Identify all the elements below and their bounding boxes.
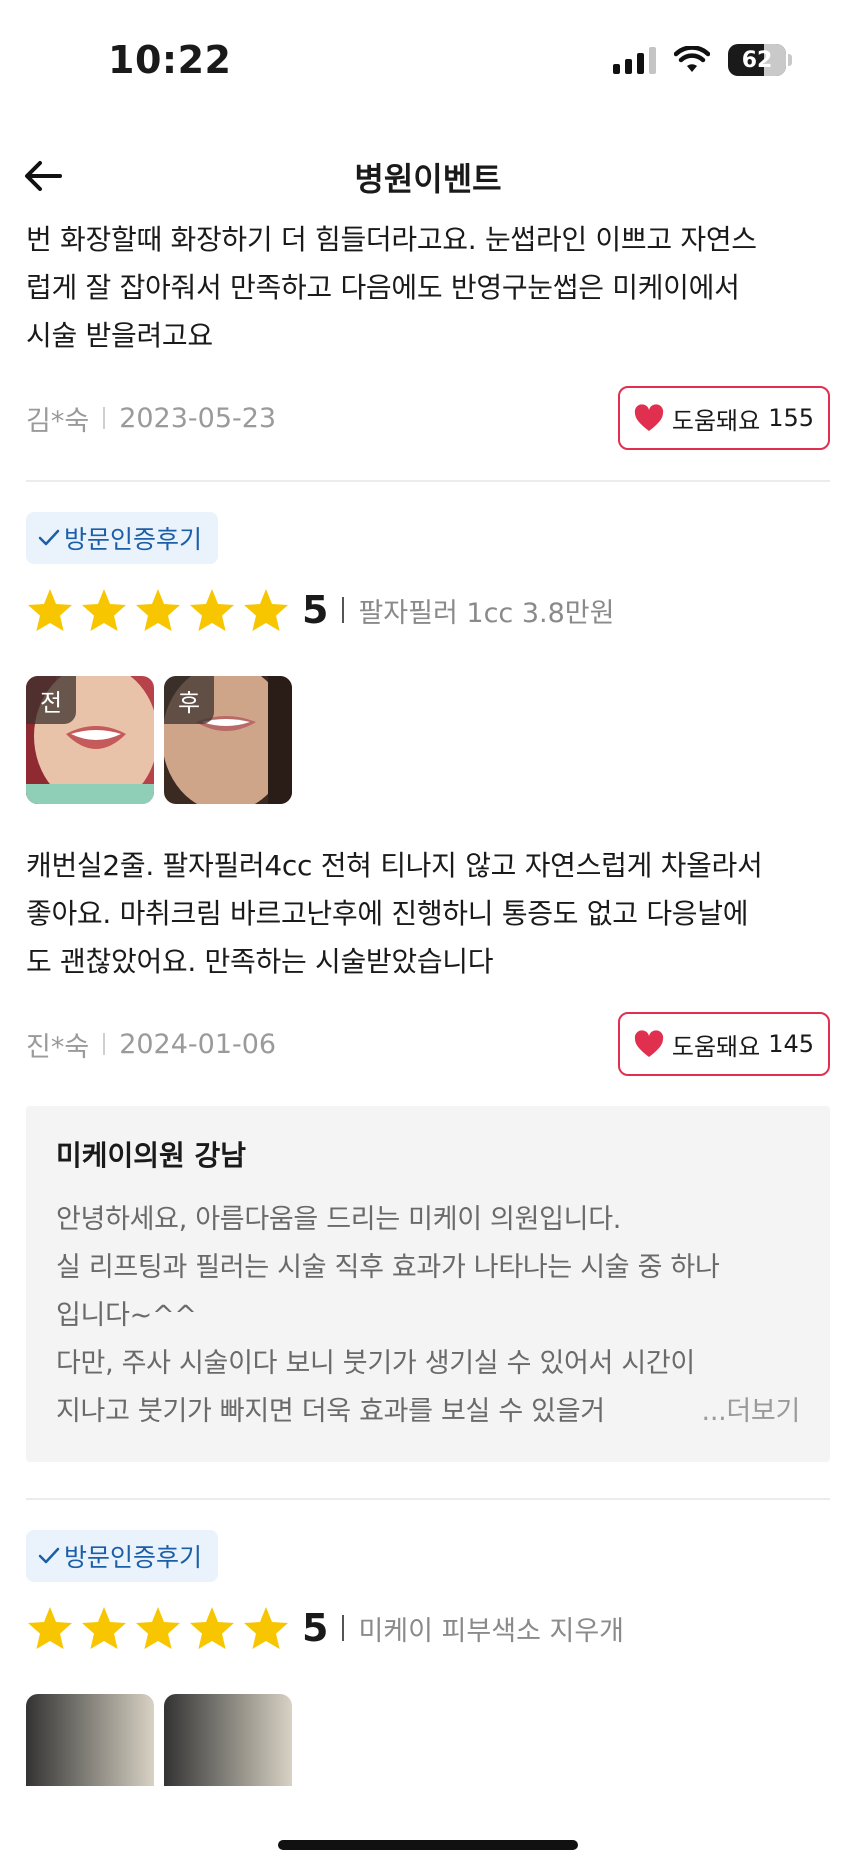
- star-icon: [190, 589, 234, 631]
- treatment-name: 팔자필러 1cc 3.8만원: [358, 597, 615, 629]
- divider: [26, 1498, 830, 1500]
- hospital-reply: 미케이의원 강남 안녕하세요, 아름다움을 드리는 미케이 의원입니다. 실 리…: [26, 1106, 830, 1462]
- after-photo[interactable]: 후: [164, 676, 292, 804]
- helpful-count: 145: [768, 1030, 814, 1058]
- rating-row: 5 팔자필러 1cc 3.8만원: [0, 580, 856, 640]
- battery-icon: 62: [728, 44, 786, 76]
- star-icon: [28, 1607, 72, 1649]
- divider: [26, 480, 830, 482]
- reply-text-line: 실 리프팅과 필러는 시술 직후 효과가 나타나는 시술 중 하나: [56, 1252, 720, 1283]
- review-text-line: 럽게 잘 잡아줘서 만족하고 다음에도 반영구눈썹은 미케이에서: [26, 271, 740, 304]
- checkmark-icon: [38, 1547, 60, 1564]
- badge-label: 방문인증후기: [64, 1543, 203, 1572]
- star-icon: [28, 589, 72, 631]
- status-time: 10:22: [108, 38, 232, 82]
- before-photo[interactable]: 전: [26, 676, 154, 804]
- review-text: 캐번실2줄. 팔자필러4cc 전혀 티나지 않고 자연스럽게 차올라서 좋아요.…: [0, 842, 856, 986]
- review-photos: 전 후: [0, 676, 856, 804]
- reply-author: 미케이의원 강남: [56, 1139, 247, 1172]
- heart-icon: [634, 404, 664, 431]
- read-more-link[interactable]: ...더보기: [657, 1388, 800, 1436]
- review-photo[interactable]: [164, 1694, 292, 1786]
- rating-value: 5: [302, 1606, 329, 1650]
- reply-text-line: 안녕하세요, 아름다움을 드리는 미케이 의원입니다.: [56, 1204, 622, 1235]
- star-icon: [190, 1607, 234, 1649]
- star-icon: [82, 1607, 126, 1649]
- battery-level: 62: [741, 47, 773, 73]
- wifi-icon: [674, 46, 710, 72]
- review-date: 2023-05-23: [119, 402, 277, 434]
- helpful-button[interactable]: 도움돼요 145: [617, 1012, 830, 1076]
- badge-label: 방문인증후기: [64, 525, 203, 554]
- home-indicator: [278, 1840, 578, 1850]
- review-photo[interactable]: [26, 1694, 154, 1786]
- star-icon: [136, 1607, 180, 1649]
- helpful-label: 도움돼요: [671, 1032, 761, 1061]
- rating-value: 5: [302, 588, 329, 632]
- cellular-signal-icon: [613, 46, 656, 74]
- review-item: 방문인증후기 5 팔자필러 1cc 3.8만원 전 후 캐번실2줄. 팔자필러4…: [0, 512, 856, 1500]
- status-bar: 10:22 62: [0, 0, 856, 120]
- verified-review-badge: 방문인증후기: [26, 1530, 219, 1582]
- review-author: 김*숙: [26, 405, 90, 437]
- reply-text-line: 다만, 주사 시술이다 보니 붓기가 생기실 수 있어서 시간이: [56, 1348, 695, 1379]
- review-item: 방문인증후기 5 미케이 피부색소 지우개: [0, 1530, 856, 1786]
- review-text-line: 좋아요. 마취크림 바르고난후에 진행하니 통증도 없고 다응날에: [26, 897, 749, 930]
- photo-tag: 후: [164, 676, 214, 724]
- checkmark-icon: [38, 529, 60, 546]
- treatment-name: 미케이 피부색소 지우개: [358, 1615, 625, 1647]
- rating-row: 5 미케이 피부색소 지우개: [0, 1598, 856, 1658]
- review-list[interactable]: 번 화장할때 화장하기 더 힘들더라고요. 눈썹라인 이쁘고 자연스 럽게 잘 …: [0, 216, 856, 1786]
- review-meta: 김*숙 2023-05-23: [26, 399, 276, 438]
- reply-text: 안녕하세요, 아름다움을 드리는 미케이 의원입니다. 실 리프팅과 필러는 시…: [56, 1196, 800, 1436]
- star-icon: [244, 1607, 288, 1649]
- review-author: 진*숙: [26, 1031, 90, 1063]
- review-text-line: 시술 받을려고요: [26, 319, 213, 352]
- star-icon: [136, 589, 180, 631]
- helpful-count: 155: [768, 404, 814, 432]
- reply-text-line: 입니다~^^: [56, 1300, 197, 1331]
- nav-header: 병원이벤트: [0, 140, 856, 216]
- review-text-line: 도 괜찮았어요. 만족하는 시술받았습니다: [26, 945, 494, 978]
- star-rating: [26, 587, 290, 633]
- review-date: 2024-01-06: [119, 1028, 277, 1060]
- heart-icon: [634, 1030, 664, 1057]
- review-meta: 진*숙 2024-01-06: [26, 1025, 276, 1064]
- star-icon: [82, 589, 126, 631]
- photo-tag: 전: [26, 676, 76, 724]
- status-icons: 62: [613, 44, 792, 76]
- review-item: 번 화장할때 화장하기 더 힘들더라고요. 눈썹라인 이쁘고 자연스 럽게 잘 …: [0, 216, 856, 482]
- review-text-line: 캐번실2줄. 팔자필러4cc 전혀 티나지 않고 자연스럽게 차올라서: [26, 849, 763, 882]
- page-title: 병원이벤트: [354, 160, 502, 198]
- helpful-label: 도움돼요: [671, 406, 761, 435]
- helpful-button[interactable]: 도움돼요 155: [617, 386, 830, 450]
- review-text: 번 화장할때 화장하기 더 힘들더라고요. 눈썹라인 이쁘고 자연스 럽게 잘 …: [0, 216, 856, 360]
- verified-review-badge: 방문인증후기: [26, 512, 219, 564]
- star-rating: [26, 1605, 290, 1651]
- star-icon: [244, 589, 288, 631]
- review-photos: [0, 1694, 856, 1786]
- review-text-line: 번 화장할때 화장하기 더 힘들더라고요. 눈썹라인 이쁘고 자연스: [26, 223, 757, 256]
